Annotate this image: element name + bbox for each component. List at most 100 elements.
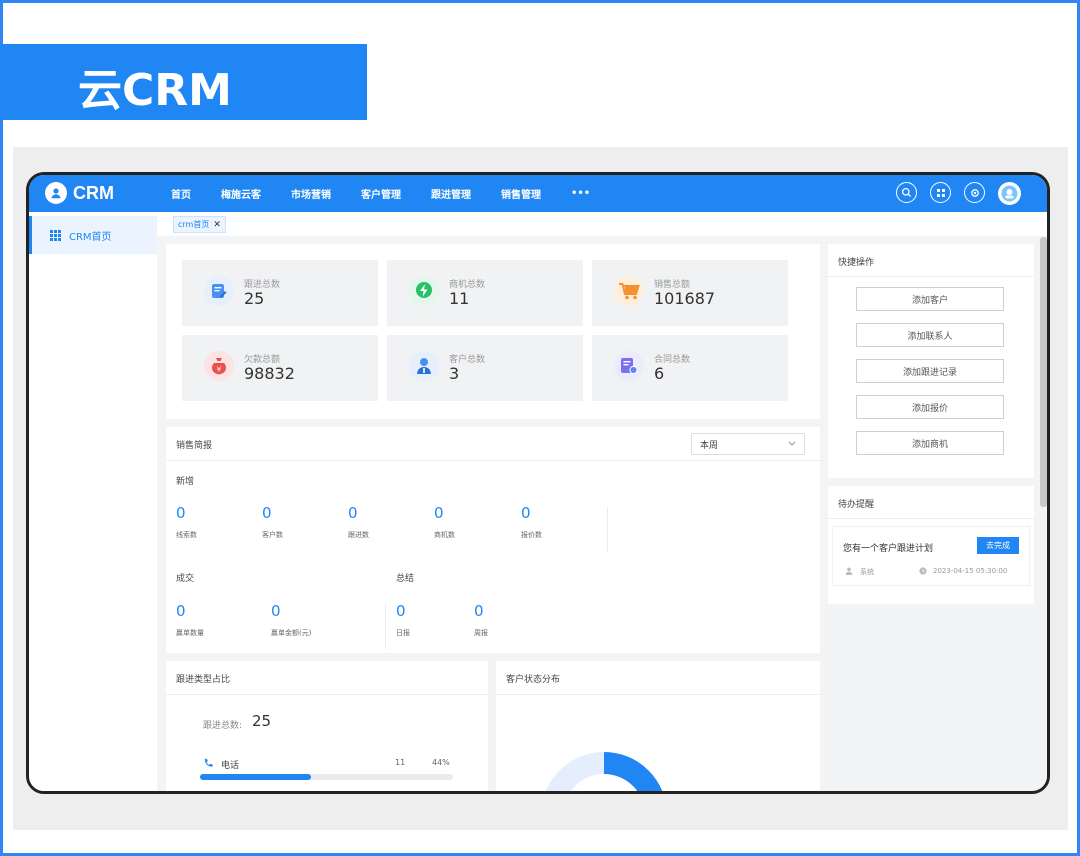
nav-item-customers[interactable]: 客户管理	[361, 186, 401, 201]
summary-section-label: 总结	[396, 574, 415, 584]
stat-value: 98832	[244, 364, 295, 383]
period-select[interactable]: 本周	[691, 433, 805, 455]
divider	[496, 694, 820, 695]
new-opportunities-label: 商机数	[434, 531, 455, 539]
new-leads-label: 线索数	[176, 531, 197, 539]
money-bag-icon: ¥	[204, 351, 234, 381]
panel-title: 待办提醒	[838, 500, 875, 510]
nav-item-sales[interactable]: 销售管理	[501, 186, 541, 201]
person-icon	[845, 567, 853, 575]
quick-actions-panel: 快捷操作 添加客户 添加联系人 添加跟进记录 添加报价 添加商机	[828, 244, 1034, 478]
panel-title: 跟进类型占比	[176, 675, 231, 685]
new-quotes-label: 报价数	[521, 531, 542, 539]
stat-card-contracts[interactable]: 合同总数 6	[592, 335, 788, 401]
won-amount-value: 0	[271, 602, 281, 620]
stat-card-customers[interactable]: 客户总数 3	[387, 335, 583, 401]
customer-status-panel: 客户状态分布	[496, 661, 820, 791]
panel-title: 快捷操作	[838, 258, 875, 268]
new-followups-label: 跟进数	[348, 531, 369, 539]
sidebar: CRM首页	[29, 212, 157, 791]
stat-card-followups[interactable]: 跟进总数 25	[182, 260, 378, 326]
cart-icon	[614, 276, 644, 306]
daily-report-label: 日报	[396, 629, 410, 637]
deal-section-label: 成交	[176, 574, 195, 584]
todo-source: 系统	[860, 568, 874, 576]
add-customer-button[interactable]: 添加客户	[856, 287, 1004, 311]
divider	[828, 518, 1034, 519]
donut-chart	[545, 752, 663, 791]
grid-icon	[50, 229, 61, 241]
app-logo-text: CRM	[73, 182, 114, 203]
nav-item-marketing[interactable]: 市场营销	[291, 186, 331, 201]
won-count-value: 0	[176, 602, 186, 620]
settings-icon[interactable]	[964, 182, 985, 203]
divider	[828, 276, 1034, 277]
weekly-report-label: 周报	[474, 629, 488, 637]
user-avatar[interactable]	[998, 182, 1021, 205]
tab-crm-home[interactable]: crm首页 ✕	[173, 216, 226, 233]
bolt-icon	[409, 276, 439, 306]
follow-type-count: 11	[395, 758, 406, 767]
add-opportunity-button[interactable]: 添加商机	[856, 431, 1004, 455]
stats-panel: 跟进总数 25 商机总数 11 销售总额 101687 ¥ 欠款总额 98832	[166, 244, 820, 419]
stat-value: 101687	[654, 289, 716, 308]
stat-value: 11	[449, 289, 470, 308]
app-screen: CRM 首页 梅施云客 市场营销 客户管理 跟进管理 销售管理 ••• CRM首…	[26, 172, 1050, 794]
phone-icon	[204, 758, 213, 767]
stat-value: 3	[449, 364, 460, 383]
new-leads-value: 0	[176, 504, 186, 522]
progress-fill	[200, 774, 312, 780]
edit-icon	[204, 276, 234, 306]
vertical-divider	[385, 603, 386, 649]
period-select-value: 本周	[700, 440, 719, 451]
stat-card-debt-total[interactable]: ¥ 欠款总额 98832	[182, 335, 378, 401]
weekly-report-value: 0	[474, 602, 484, 620]
person-icon	[409, 351, 439, 381]
won-amount-label: 赢单金额(元)	[271, 629, 312, 637]
scrollbar-thumb[interactable]	[1040, 237, 1047, 507]
close-icon[interactable]: ✕	[213, 220, 221, 230]
sidebar-item-crm-home[interactable]: CRM首页	[29, 216, 157, 254]
vertical-divider	[607, 507, 608, 553]
nav-item-followup[interactable]: 跟进管理	[431, 186, 471, 201]
new-quotes-value: 0	[521, 504, 531, 522]
progress-track	[200, 774, 453, 780]
nav-item-more[interactable]: •••	[571, 188, 590, 199]
contract-icon	[614, 351, 644, 381]
new-opportunities-value: 0	[434, 504, 444, 522]
panel-title: 客户状态分布	[506, 675, 561, 685]
todo-panel: 待办提醒 您有一个客户跟进计划 去完成 系统 2023-04-15 05:30:…	[828, 486, 1034, 604]
app-logo[interactable]: CRM	[45, 182, 114, 204]
new-followups-value: 0	[348, 504, 358, 522]
follow-type-ratio-panel: 跟进类型占比 跟进总数: 25 电话 11 44%	[166, 661, 488, 791]
new-customers-label: 客户数	[262, 531, 283, 539]
main-nav: 首页 梅施云客 市场营销 客户管理 跟进管理 销售管理 •••	[171, 175, 620, 212]
complete-button[interactable]: 去完成	[977, 537, 1019, 554]
divider	[166, 694, 488, 695]
divider	[166, 460, 820, 461]
grid-icon[interactable]	[930, 182, 951, 203]
search-icon[interactable]	[896, 182, 917, 203]
tab-label: crm首页	[178, 220, 210, 229]
todo-time: 2023-04-15 05:30:00	[933, 567, 1008, 575]
user-circle-icon	[45, 182, 67, 204]
todo-item-text: 您有一个客户跟进计划	[843, 544, 934, 554]
chevron-down-icon	[788, 441, 796, 446]
add-contact-button[interactable]: 添加联系人	[856, 323, 1004, 347]
add-quote-button[interactable]: 添加报价	[856, 395, 1004, 419]
follow-total-label: 跟进总数:	[203, 721, 243, 731]
follow-type-percent: 44%	[432, 758, 450, 767]
todo-item[interactable]: 您有一个客户跟进计划 去完成 系统 2023-04-15 05:30:00	[832, 526, 1030, 586]
add-followup-record-button[interactable]: 添加跟进记录	[856, 359, 1004, 383]
stat-card-opportunities[interactable]: 商机总数 11	[387, 260, 583, 326]
nav-item-home[interactable]: 首页	[171, 186, 191, 201]
new-customers-value: 0	[262, 504, 272, 522]
tab-bar: crm首页 ✕	[157, 212, 1047, 236]
nav-item-meishi[interactable]: 梅施云客	[221, 186, 261, 201]
follow-total-value: 25	[252, 712, 272, 730]
clock-icon	[919, 567, 927, 575]
stat-value: 6	[654, 364, 665, 383]
stat-card-sales-total[interactable]: 销售总额 101687	[592, 260, 788, 326]
page-title: 云CRM	[78, 65, 232, 116]
new-section-label: 新增	[176, 477, 195, 487]
